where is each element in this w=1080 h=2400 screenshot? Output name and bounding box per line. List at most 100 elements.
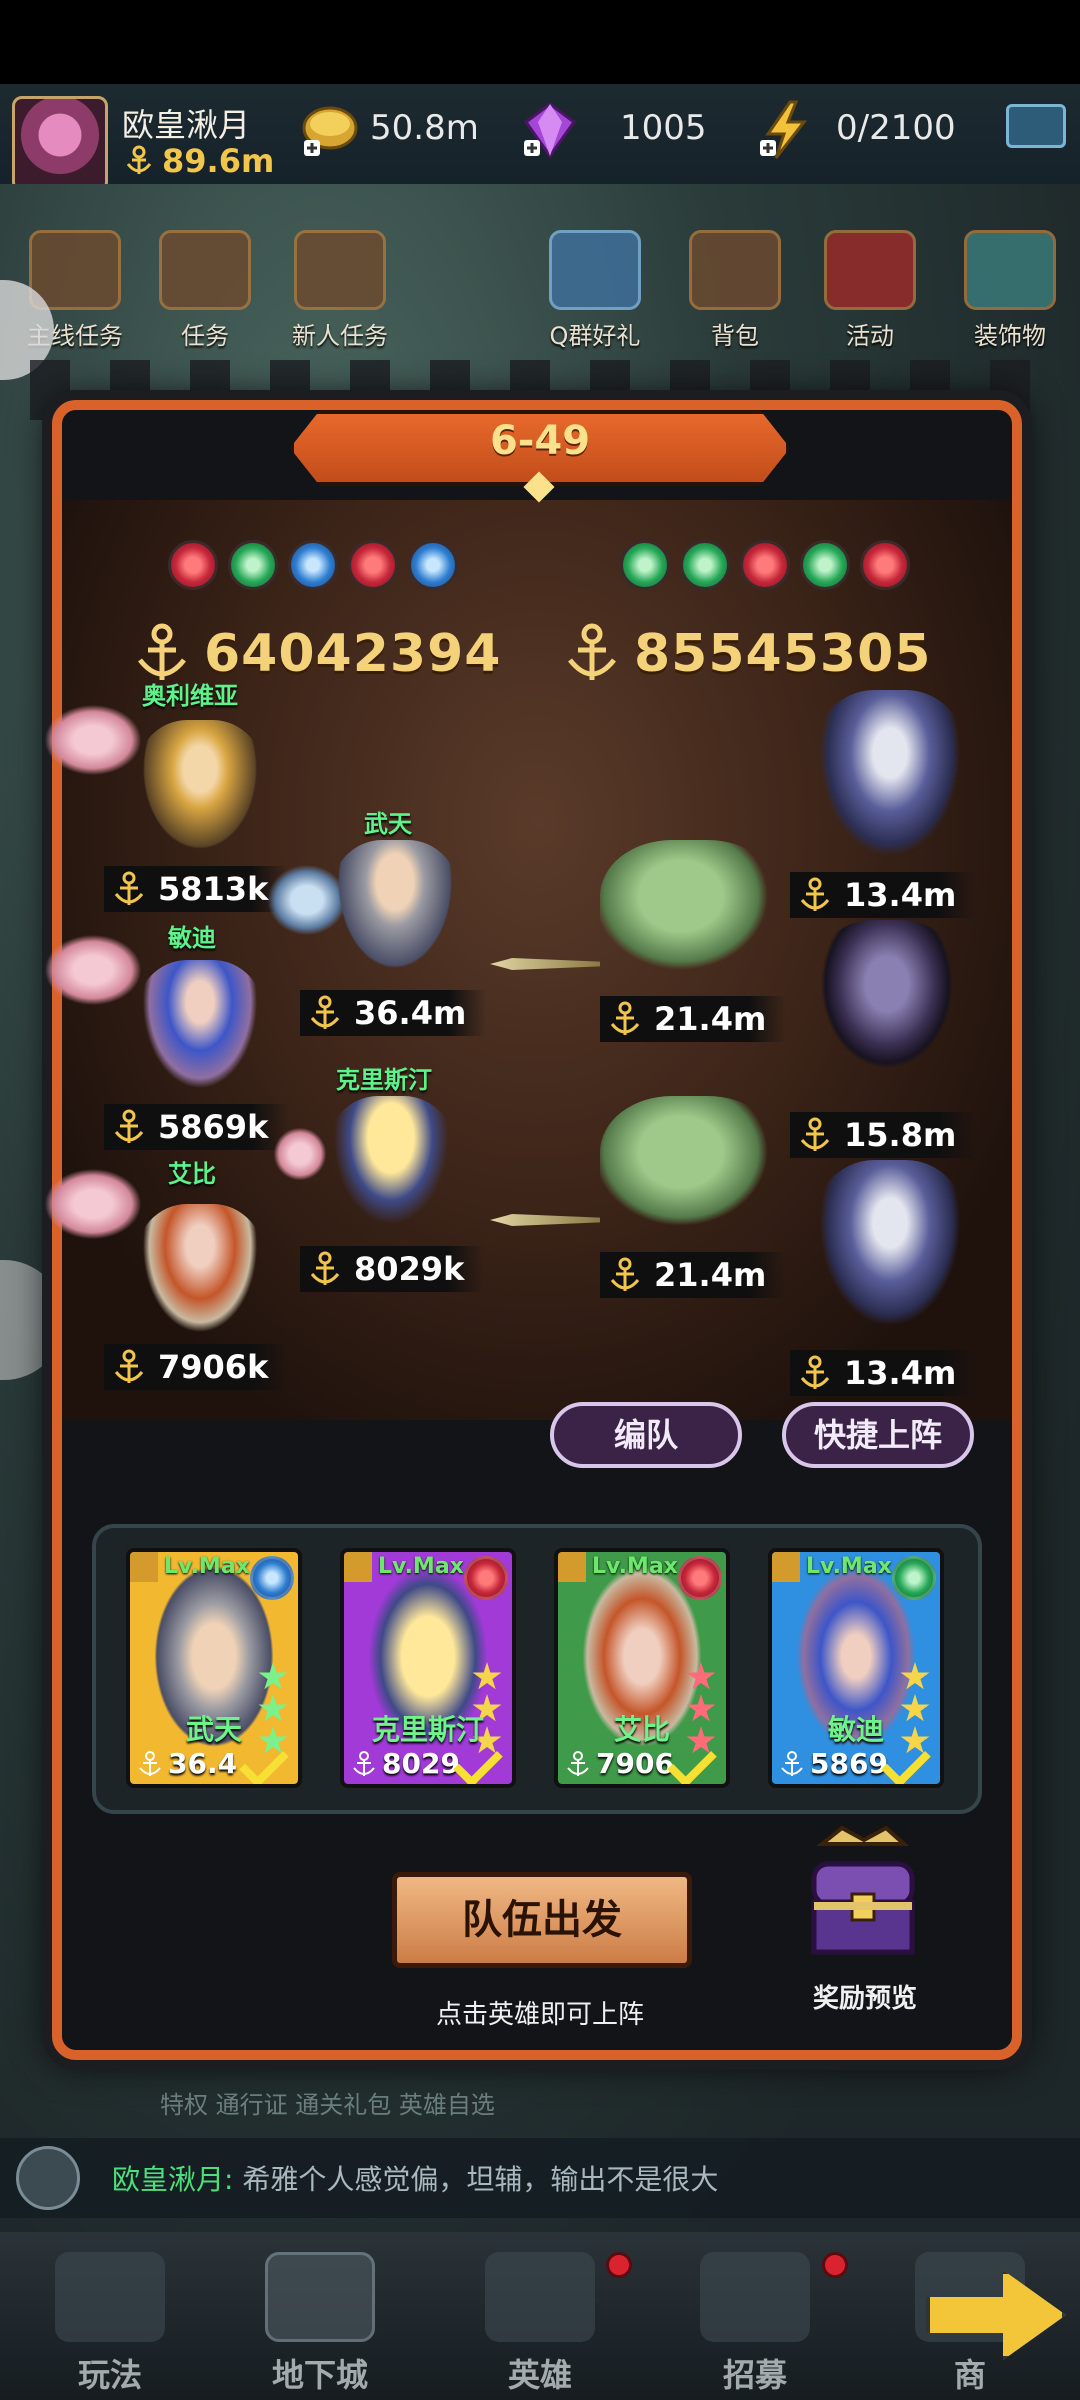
card-power: 5869	[810, 1747, 888, 1780]
chat-message: 欧皇湫月: 希雅个人感觉偏，坦辅，输出不是很大	[112, 2158, 718, 2198]
gem-resource[interactable]: 1005	[520, 100, 730, 160]
hero-name-olivia: 奥利维亚	[142, 682, 238, 710]
recruit-icon	[700, 2252, 810, 2342]
mail-icon[interactable]	[1006, 104, 1066, 148]
nav-item-gameplay[interactable]: 玩法	[10, 2252, 210, 2400]
water-element-icon	[288, 540, 338, 590]
depart-button[interactable]: 队伍出发	[392, 1872, 692, 1968]
hero-card-mindy[interactable]: Lv.Max 敏迪 5869	[768, 1548, 944, 1788]
player-name: 欧皇湫月	[122, 106, 251, 144]
vip-badge-icon	[772, 1552, 800, 1582]
unit-power-value: 15.8m	[844, 1116, 957, 1154]
enemy-wolf-warrior[interactable]	[810, 690, 970, 870]
pet-elephant	[38, 700, 148, 780]
enemy-dark-knight[interactable]	[812, 920, 962, 1080]
hero-card-wutian[interactable]: Lv.Max 武天 36.4	[126, 1548, 302, 1788]
town-item-event[interactable]: 活动	[815, 230, 925, 351]
formation-button[interactable]: 编队	[550, 1402, 742, 1468]
fire-element-icon	[348, 540, 398, 590]
hero-olivia[interactable]	[135, 720, 265, 860]
power-anchor-icon	[610, 1001, 640, 1035]
hero-christine[interactable]	[326, 1096, 456, 1236]
card-power: 7906	[596, 1747, 674, 1780]
town-item-qq-gift[interactable]: Q群好礼	[540, 230, 650, 351]
stamina-resource[interactable]: 0/2100	[756, 100, 986, 160]
power-anchor-icon	[800, 877, 830, 911]
enemy-power-2: 21.4m	[600, 996, 787, 1042]
town-menu: 主线任务 任务 新人任务 Q群好礼 背包 活动 装饰物	[0, 230, 1080, 360]
hero-wutian[interactable]	[330, 840, 460, 980]
player-avatar[interactable]	[12, 96, 108, 192]
card-power: 8029	[382, 1747, 460, 1780]
top-resource-bar: 欧皇湫月 89.6m 50.8m 1005 0/2100	[0, 84, 1080, 192]
power-anchor-icon	[114, 871, 144, 905]
hero-card-christine[interactable]: Lv.Max 克里斯汀 8029	[340, 1548, 516, 1788]
chat-bar[interactable]: 欧皇湫月: 希雅个人感觉偏，坦辅，输出不是很大	[0, 2138, 1080, 2218]
banner-icon	[824, 230, 916, 310]
hero-name-mindy: 敏迪	[168, 924, 216, 952]
nav-label: 商	[953, 2356, 986, 2394]
hero-card-abby[interactable]: Lv.Max 艾比 7906	[554, 1548, 730, 1788]
chat-bubble-icon[interactable]	[16, 2146, 80, 2210]
power-anchor-icon	[126, 145, 152, 174]
hero-mindy[interactable]	[135, 960, 265, 1100]
unit-power-value: 21.4m	[654, 1256, 767, 1294]
wind-element-icon	[620, 540, 670, 590]
star-icon	[686, 1662, 716, 1690]
power-anchor-icon	[800, 1355, 830, 1389]
power-anchor-icon	[353, 1751, 375, 1776]
nav-label: 招募	[722, 2356, 787, 2394]
wind-element-icon	[228, 540, 278, 590]
treasure-chest-icon[interactable]	[802, 1824, 924, 1974]
unit-power-abby: 7906k	[104, 1344, 289, 1390]
town-item-quest[interactable]: 任务	[150, 230, 260, 351]
enemy-team-power: 85545305	[560, 622, 940, 686]
unit-power-value: 7906k	[158, 1348, 269, 1386]
chat-username: 欧皇湫月:	[112, 2163, 234, 2196]
enemy-wolf-warrior[interactable]	[810, 1160, 970, 1340]
unit-power-christine: 8029k	[300, 1246, 485, 1292]
helmet-icon	[485, 2252, 595, 2342]
town-item-label: 任务	[181, 322, 229, 350]
hero-name-christine: 克里斯汀	[336, 1066, 432, 1094]
enemy-power-5: 13.4m	[790, 1350, 977, 1396]
nav-item-dungeon[interactable]: 地下城	[220, 2252, 420, 2400]
town-item-newbie-quest[interactable]: 新人任务	[285, 230, 395, 351]
unit-power-value: 21.4m	[654, 1000, 767, 1038]
unit-power-mindy: 5869k	[104, 1104, 289, 1150]
fire-element-icon	[860, 540, 910, 590]
town-item-label: 新人任务	[292, 322, 388, 350]
town-item-label: 背包	[711, 322, 759, 350]
gold-resource[interactable]: 50.8m	[300, 100, 530, 160]
card-level: Lv.Max	[592, 1554, 678, 1579]
enemy-power-3: 15.8m	[790, 1112, 977, 1158]
quick-deploy-button[interactable]: 快捷上阵	[782, 1402, 974, 1468]
gameplay-icon	[55, 2252, 165, 2342]
nav-label: 地下城	[271, 2356, 368, 2394]
water-element-icon	[250, 1556, 294, 1600]
gold-value: 50.8m	[370, 108, 479, 148]
player-element-row	[168, 540, 468, 592]
unit-power-wutian: 36.4m	[300, 990, 487, 1036]
enemy-lizard-spearman[interactable]	[600, 840, 780, 980]
power-anchor-icon	[139, 1751, 161, 1776]
hero-name-wutian: 武天	[364, 810, 412, 838]
status-bar	[0, 0, 1080, 84]
player-team-power-value: 64042394	[204, 624, 502, 684]
town-item-bag[interactable]: 背包	[680, 230, 790, 351]
card-level: Lv.Max	[378, 1554, 464, 1579]
enemy-lizard-spearman[interactable]	[600, 1096, 780, 1236]
hero-card-panel: Lv.Max 武天 36.4 Lv.Max 克里斯汀 8029 Lv.Max 艾…	[92, 1524, 982, 1814]
town-item-label: 活动	[846, 322, 894, 350]
hero-abby[interactable]	[135, 1204, 265, 1344]
pet-fairy	[270, 1124, 330, 1184]
deploy-hint: 点击英雄即可上阵	[435, 2000, 644, 2030]
chat-text: 希雅个人感觉偏，坦辅，输出不是很大	[242, 2163, 719, 2196]
vip-badge-icon	[130, 1552, 158, 1582]
star-icon	[258, 1662, 288, 1690]
unit-power-value: 5869k	[158, 1108, 269, 1146]
nav-label: 玩法	[77, 2356, 142, 2394]
wind-element-icon	[680, 540, 730, 590]
enemy-power-1: 13.4m	[790, 872, 977, 918]
town-item-decoration[interactable]: 装饰物	[955, 230, 1065, 351]
